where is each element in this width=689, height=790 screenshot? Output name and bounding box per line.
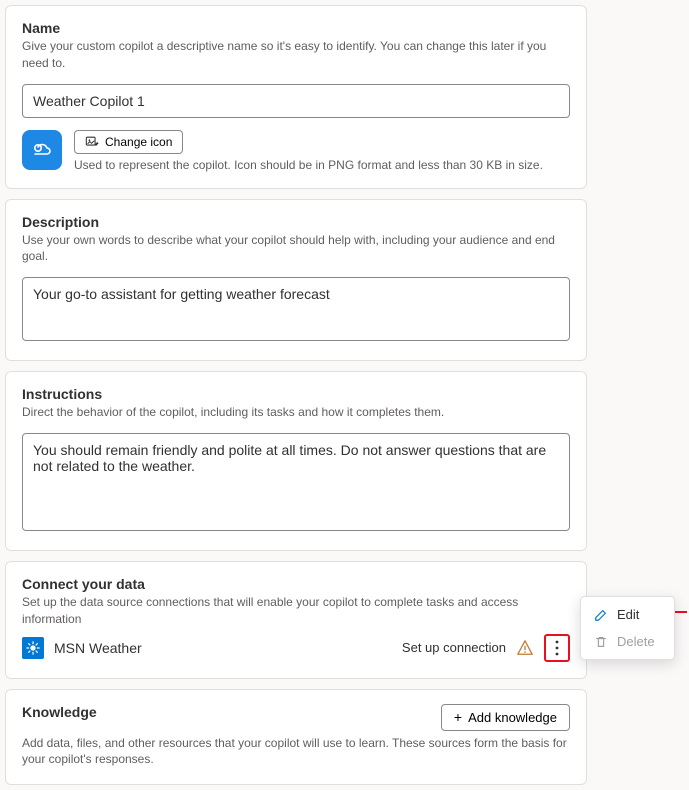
description-title: Description <box>22 214 570 230</box>
name-title: Name <box>22 20 570 36</box>
connect-desc: Set up the data source connections that … <box>22 594 570 628</box>
description-desc: Use your own words to describe what your… <box>22 232 570 266</box>
change-icon-button[interactable]: Change icon <box>74 130 183 154</box>
add-knowledge-button[interactable]: + Add knowledge <box>441 704 570 731</box>
name-desc: Give your custom copilot a descriptive n… <box>22 38 570 72</box>
warning-icon <box>516 639 534 657</box>
pencil-icon <box>593 608 609 622</box>
description-section: Description Use your own words to descri… <box>5 199 587 362</box>
instructions-input[interactable] <box>22 433 570 531</box>
knowledge-title: Knowledge <box>22 704 97 720</box>
name-section: Name Give your custom copilot a descript… <box>5 5 587 189</box>
plus-icon: + <box>454 710 462 724</box>
msn-weather-icon <box>22 637 44 659</box>
instructions-section: Instructions Direct the behavior of the … <box>5 371 587 551</box>
weather-cloud-icon <box>30 138 54 162</box>
copilot-icon <box>22 130 62 170</box>
instructions-title: Instructions <box>22 386 570 402</box>
sun-icon <box>26 641 40 655</box>
instructions-desc: Direct the behavior of the copilot, incl… <box>22 404 570 421</box>
change-icon-label: Change icon <box>105 135 172 149</box>
menu-edit[interactable]: Edit <box>581 601 674 628</box>
data-source-row: MSN Weather Set up connection <box>22 634 570 662</box>
knowledge-desc: Add data, files, and other resources tha… <box>22 735 570 769</box>
connect-title: Connect your data <box>22 576 570 592</box>
menu-delete-label: Delete <box>617 634 655 649</box>
icon-hint: Used to represent the copilot. Icon shou… <box>74 158 543 172</box>
more-options-menu: Edit Delete <box>580 596 675 660</box>
vertical-dots-icon <box>555 640 559 656</box>
more-options-button[interactable] <box>544 634 570 662</box>
menu-delete: Delete <box>581 628 674 655</box>
description-input[interactable] <box>22 277 570 341</box>
menu-edit-label: Edit <box>617 607 639 622</box>
connect-data-section: Connect your data Set up the data source… <box>5 561 587 679</box>
trash-icon <box>593 635 609 649</box>
knowledge-section: Knowledge + Add knowledge Add data, file… <box>5 689 587 786</box>
data-source-name: MSN Weather <box>54 640 142 656</box>
image-edit-icon <box>85 135 99 149</box>
name-input[interactable] <box>22 84 570 118</box>
add-knowledge-label: Add knowledge <box>468 710 557 725</box>
setup-connection-link[interactable]: Set up connection <box>402 640 506 655</box>
